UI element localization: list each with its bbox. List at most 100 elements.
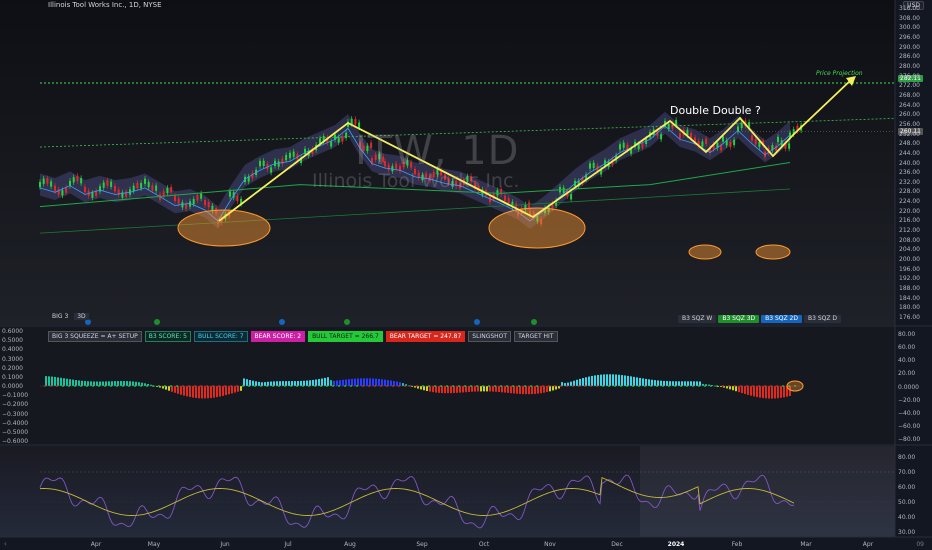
squeeze-dot bbox=[668, 385, 670, 387]
price-tick: 212.00 bbox=[899, 227, 920, 235]
squeeze-badge[interactable]: B3 SQZ D bbox=[803, 315, 841, 323]
histogram-bar bbox=[498, 386, 500, 393]
squeeze-dot bbox=[212, 385, 214, 387]
squeeze-badge[interactable]: B3 SQZ W bbox=[678, 315, 717, 323]
candle-body bbox=[136, 182, 139, 189]
histogram-bar bbox=[309, 380, 311, 386]
candle-body bbox=[65, 187, 68, 193]
squeeze-dot bbox=[548, 385, 550, 387]
squeeze-dot bbox=[284, 385, 286, 387]
price-tick: 280.00 bbox=[899, 62, 920, 70]
squeeze-dot bbox=[398, 385, 400, 387]
histogram-bar bbox=[774, 386, 776, 399]
squeeze-right-tick: −60.00 bbox=[898, 422, 921, 430]
double-double-note[interactable]: Double Double ? bbox=[670, 104, 761, 117]
histogram-bar bbox=[204, 386, 206, 399]
histogram-bar bbox=[459, 386, 461, 393]
histogram-bar bbox=[330, 380, 332, 386]
histogram-bar bbox=[240, 386, 242, 391]
squeeze-dot bbox=[260, 385, 262, 387]
price-tick: 300.00 bbox=[899, 24, 920, 32]
histogram-bar bbox=[600, 374, 602, 386]
squeeze-dot bbox=[722, 385, 724, 387]
squeeze-left-tick: 0.1000 bbox=[2, 373, 23, 381]
squeeze-chip: SLINGSHOT bbox=[468, 331, 512, 342]
squeeze-dot bbox=[434, 385, 436, 387]
histogram-bar bbox=[354, 378, 356, 386]
month-label: Apr bbox=[90, 541, 102, 548]
histogram-bar bbox=[231, 386, 233, 394]
squeeze-dot bbox=[128, 385, 130, 387]
chart-canvas[interactable] bbox=[0, 0, 932, 550]
histogram-bar bbox=[759, 386, 761, 398]
histogram-bar bbox=[369, 378, 371, 386]
squeeze-right-tick: 40.00 bbox=[898, 357, 916, 365]
histogram-bar bbox=[633, 376, 635, 386]
price-tick: 184.00 bbox=[899, 294, 920, 302]
candle-body bbox=[330, 141, 333, 147]
candle-body bbox=[80, 178, 83, 184]
price-tick: 216.00 bbox=[899, 217, 920, 225]
indicator-label[interactable]: BIG 3 3D bbox=[52, 313, 89, 320]
squeeze-left-tick: 0.2000 bbox=[2, 364, 23, 372]
month-label: Aug bbox=[344, 541, 356, 548]
price-projection-label[interactable]: Price Projection bbox=[816, 70, 863, 77]
squeeze-left-tick: 0.6000 bbox=[2, 328, 23, 335]
histogram-bar bbox=[585, 377, 587, 386]
candle-body bbox=[570, 194, 573, 200]
squeeze-dot bbox=[116, 385, 118, 387]
candle-body bbox=[262, 160, 265, 166]
squeeze-left-tick: 0.3000 bbox=[2, 355, 23, 363]
candle-body bbox=[192, 198, 195, 205]
month-label: Feb bbox=[731, 541, 743, 548]
histogram-bar bbox=[396, 381, 398, 386]
squeeze-dot bbox=[638, 385, 640, 387]
squeeze-dot bbox=[74, 385, 76, 387]
squeeze-dot bbox=[182, 385, 184, 387]
histogram-bar bbox=[243, 378, 245, 386]
candle-body bbox=[705, 138, 708, 144]
histogram-bar bbox=[453, 386, 455, 394]
month-label: 2024 bbox=[667, 541, 685, 548]
histogram-bar bbox=[444, 386, 446, 394]
histogram-bar bbox=[324, 377, 326, 386]
histogram-bar bbox=[132, 381, 134, 386]
highlight-ellipse bbox=[688, 244, 722, 260]
chevron-left-icon[interactable]: ‹ bbox=[4, 540, 7, 548]
histogram-bar bbox=[402, 383, 404, 386]
squeeze-dot bbox=[488, 385, 490, 387]
candle-body bbox=[354, 119, 357, 125]
squeeze-dot bbox=[176, 385, 178, 387]
histogram-bar bbox=[564, 383, 566, 386]
histogram-bar bbox=[606, 374, 608, 386]
price-tick: 192.00 bbox=[899, 275, 920, 283]
candle-body bbox=[110, 181, 113, 187]
histogram-bar bbox=[270, 381, 272, 386]
squeeze-chip: TARGET HIT bbox=[514, 331, 558, 342]
histogram-bar bbox=[780, 386, 782, 398]
squeeze-badge[interactable]: B3 SQZ 3D bbox=[718, 315, 760, 323]
histogram-bar bbox=[183, 386, 185, 396]
histogram-bar bbox=[351, 378, 353, 386]
squeeze-dot bbox=[440, 385, 442, 387]
histogram-bar bbox=[507, 386, 509, 393]
price-tick: 316.00 bbox=[899, 5, 920, 12]
histogram-bar bbox=[660, 380, 662, 386]
histogram-bar bbox=[186, 386, 188, 397]
price-tick: 236.00 bbox=[899, 169, 920, 177]
histogram-bar bbox=[318, 379, 320, 386]
squeeze-dot bbox=[602, 385, 604, 387]
histogram-bar bbox=[375, 378, 377, 386]
price-tick: 232.00 bbox=[899, 178, 920, 186]
squeeze-badge[interactable]: B3 SQZ 2D bbox=[761, 315, 802, 323]
squeeze-dot bbox=[98, 385, 100, 387]
rsi-tick: 60.00 bbox=[898, 484, 916, 491]
squeeze-dot bbox=[272, 385, 274, 387]
histogram-bar bbox=[783, 386, 785, 398]
squeeze-dot bbox=[314, 385, 316, 387]
squeeze-dot bbox=[146, 385, 148, 387]
price-tick: 176.00 bbox=[899, 314, 920, 321]
price-tick: 248.00 bbox=[899, 140, 920, 148]
histogram-bar bbox=[294, 381, 296, 386]
histogram-bar bbox=[546, 386, 548, 393]
